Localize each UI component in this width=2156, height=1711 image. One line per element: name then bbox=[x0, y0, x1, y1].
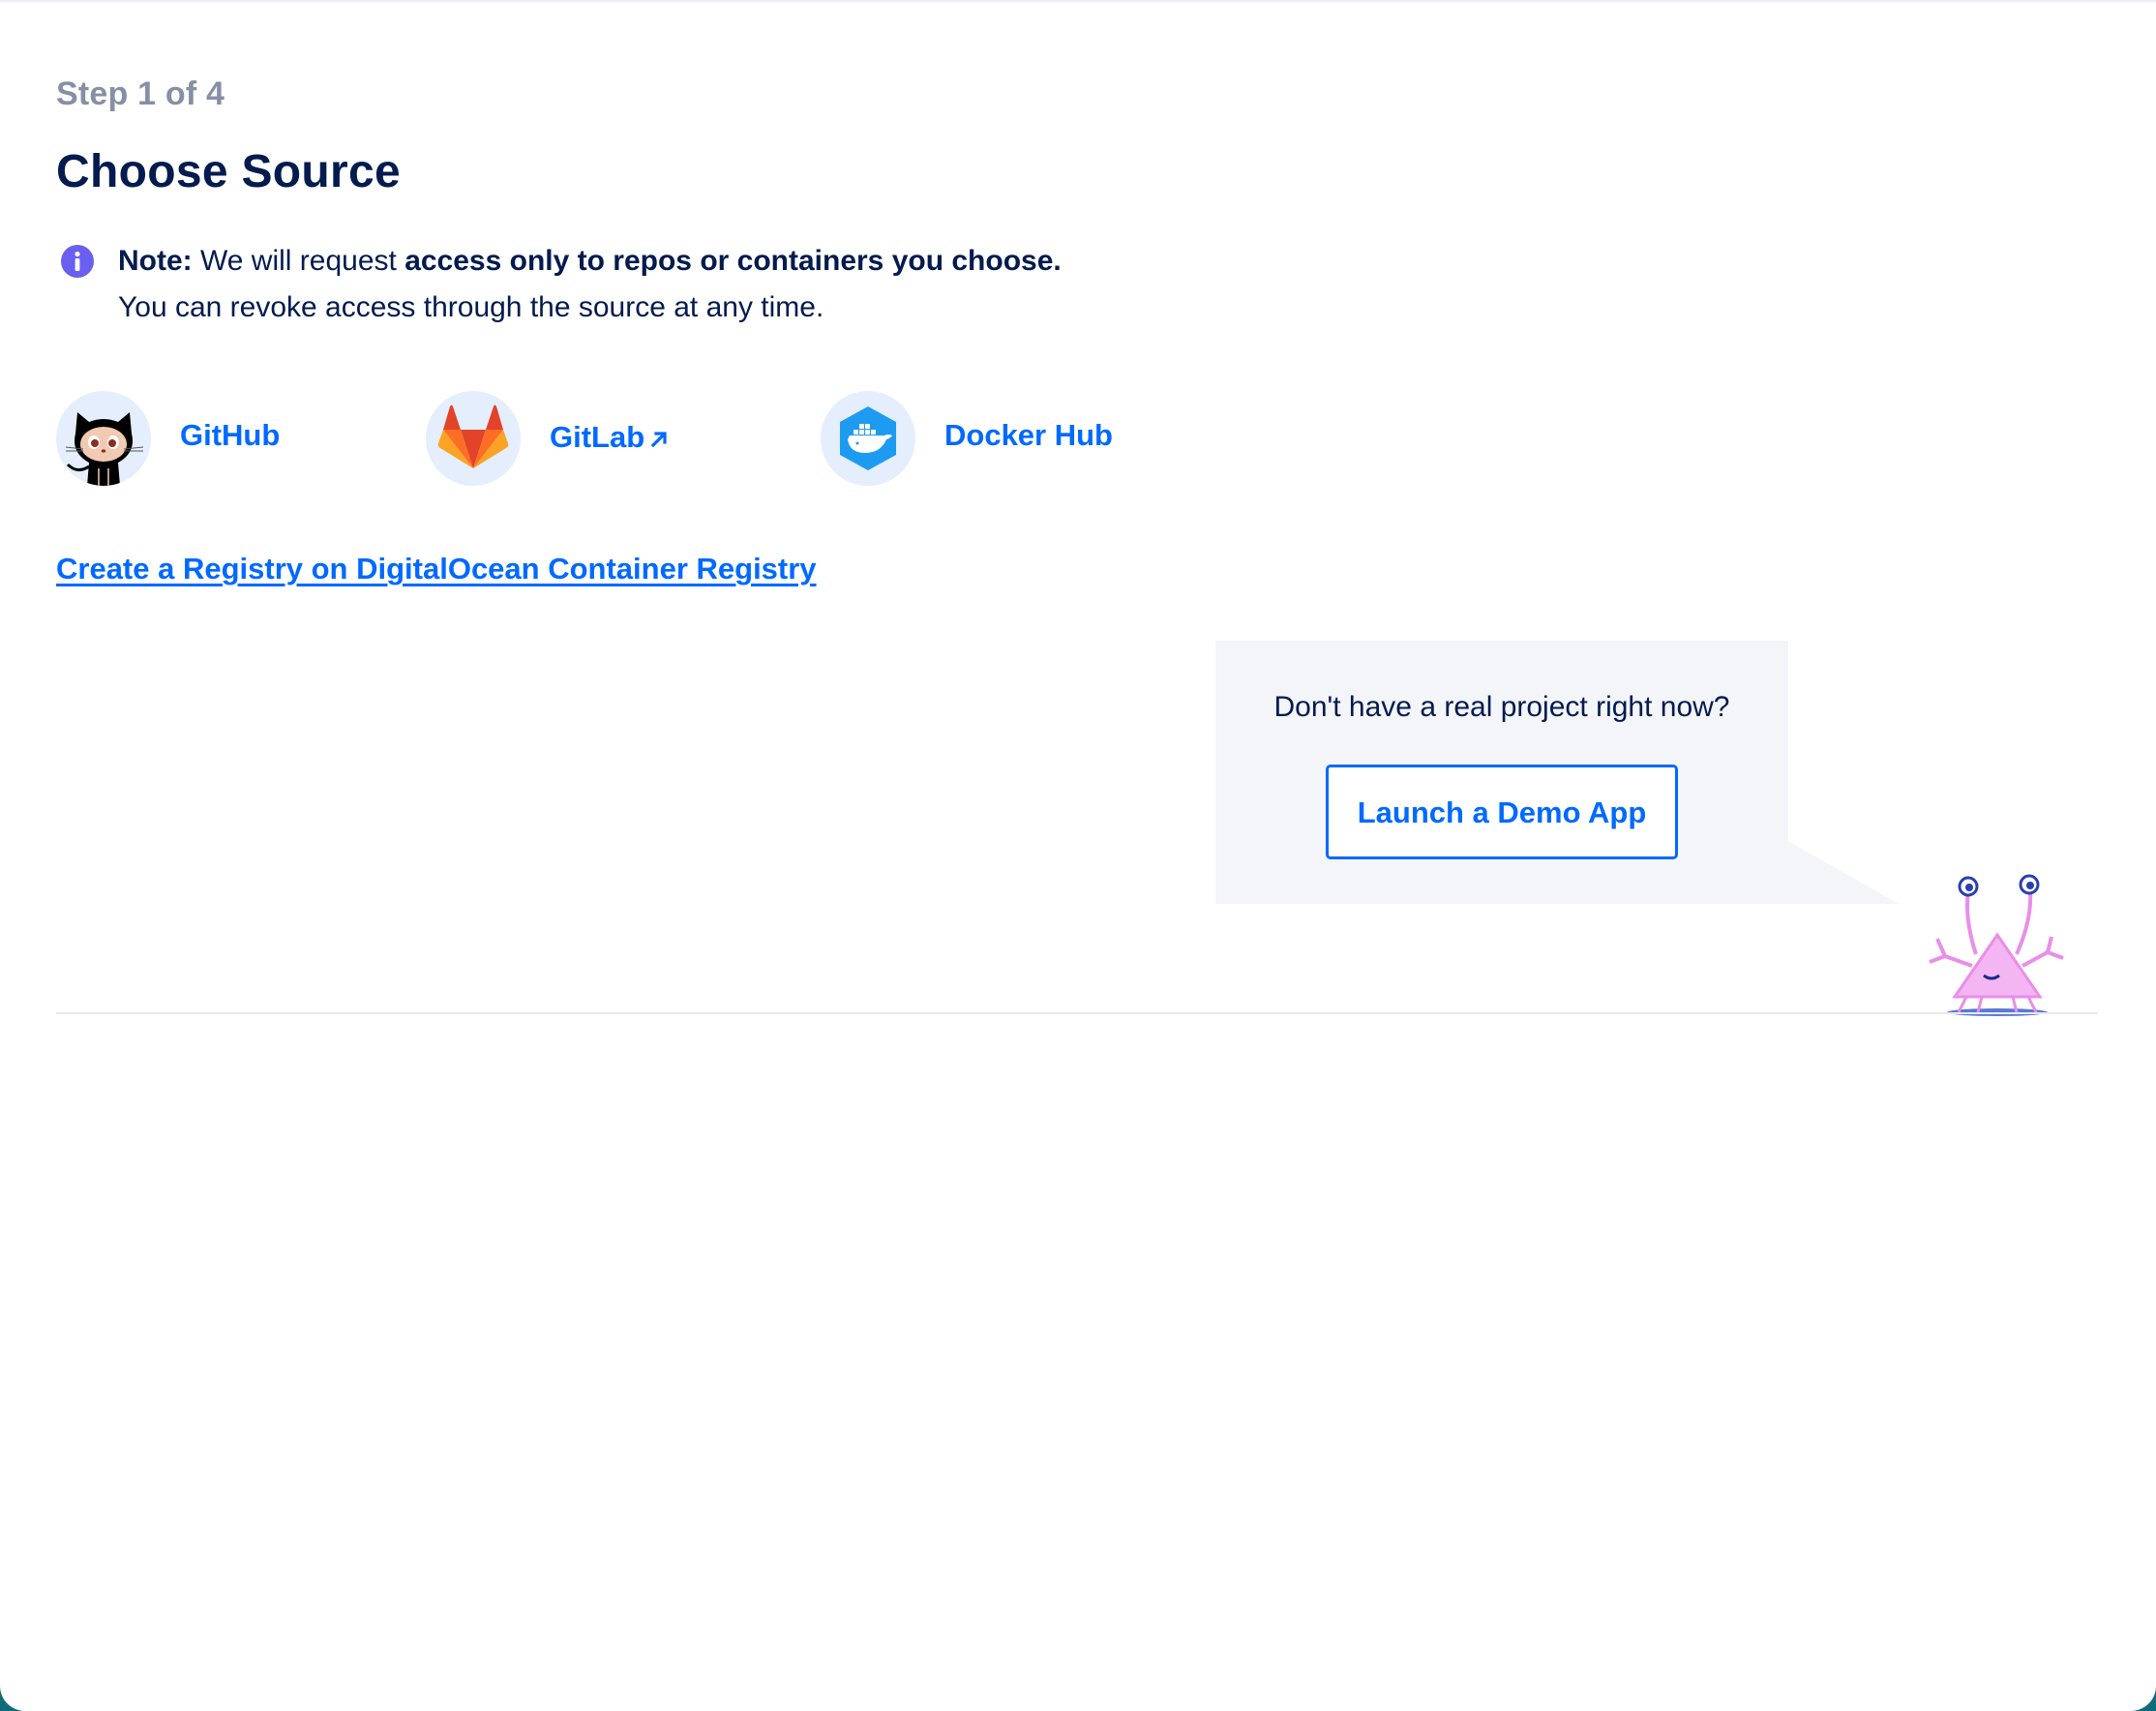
source-label-gitlab: GitLab bbox=[550, 420, 670, 455]
note-line-1: Note: We will request access only to rep… bbox=[118, 240, 1062, 283]
github-octocat-icon bbox=[56, 391, 151, 486]
speech-bubble-tail bbox=[1786, 840, 1899, 904]
source-gitlab[interactable]: GitLab bbox=[426, 391, 697, 486]
app-create-page: Step 1 of 4 Choose Source Note: We will … bbox=[0, 0, 2156, 1711]
sammy-crab-mascot bbox=[1929, 874, 2064, 1016]
note-label: Note: bbox=[118, 245, 193, 277]
create-registry-link[interactable]: Create a Registry on DigitalOcean Contai… bbox=[56, 552, 817, 586]
source-docker-hub[interactable]: Docker Hub bbox=[821, 391, 1130, 486]
gitlab-label-text: GitLab bbox=[550, 420, 645, 454]
demo-app-panel: Don't have a real project right now? Lau… bbox=[1215, 641, 1788, 904]
note-emphasis: access only to repos or containers you c… bbox=[404, 245, 1062, 277]
info-icon bbox=[61, 245, 94, 278]
docker-whale-icon bbox=[821, 391, 915, 486]
note-text: We will request bbox=[192, 245, 405, 277]
demo-prompt: Don't have a real project right now? bbox=[1273, 691, 1730, 723]
source-github[interactable]: GitHub bbox=[56, 391, 308, 486]
launch-demo-app-button[interactable]: Launch a Demo App bbox=[1326, 765, 1678, 859]
section-divider bbox=[56, 1012, 2098, 1014]
note-line-2: You can revoke access through the source… bbox=[118, 291, 824, 323]
step-indicator: Step 1 of 4 bbox=[56, 75, 225, 112]
external-link-icon bbox=[650, 432, 667, 448]
source-label-docker-hub: Docker Hub bbox=[944, 418, 1113, 452]
page-title: Choose Source bbox=[56, 146, 401, 197]
top-edge bbox=[0, 0, 2156, 4]
gitlab-fox-icon bbox=[426, 391, 521, 486]
source-label-github: GitHub bbox=[180, 418, 281, 452]
